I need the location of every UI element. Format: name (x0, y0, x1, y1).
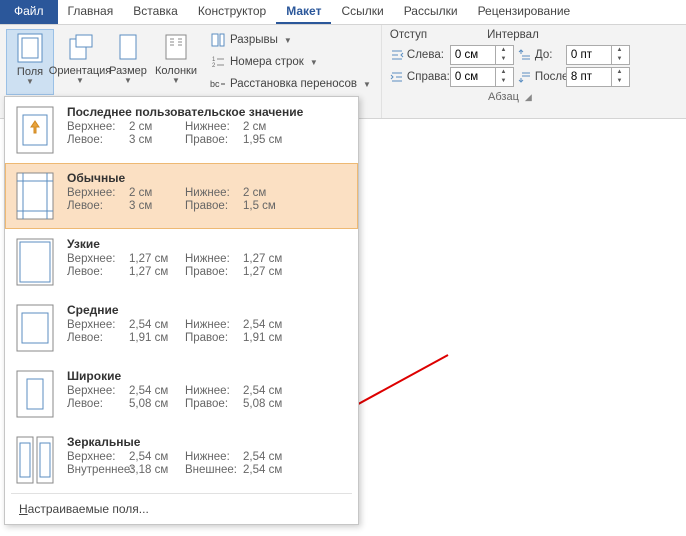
breaks-button[interactable]: Разрывы ▼ (206, 29, 375, 51)
paragraph-group: Отступ Интервал Слева: ▲▼ До: ▲▼ Справа:… (382, 25, 638, 118)
size-button[interactable]: Размер ▼ (106, 29, 150, 95)
margins-preset-icon (15, 303, 55, 353)
spacing-before-label: До: (518, 48, 562, 62)
svg-text:bc: bc (210, 79, 220, 89)
margins-option[interactable]: СредниеВерхнее:2,54 смНижнее:2,54 смЛево… (5, 295, 358, 361)
orientation-button[interactable]: Ориентация ▼ (56, 29, 104, 95)
margins-option[interactable]: Последнее пользовательское значениеВерхн… (5, 97, 358, 163)
margins-preset-icon (15, 369, 55, 419)
indent-left-label: Слева: (390, 48, 446, 62)
margins-preset-icon (15, 105, 55, 155)
spin-down-icon[interactable]: ▼ (496, 55, 511, 64)
margins-preset-icon (15, 171, 55, 221)
margins-option-title: Последнее пользовательское значение (67, 105, 348, 119)
margins-preset-icon (15, 237, 55, 287)
spin-up-icon[interactable]: ▲ (612, 68, 627, 77)
margins-dropdown: Последнее пользовательское значениеВерхн… (4, 96, 359, 525)
spin-down-icon[interactable]: ▼ (612, 55, 627, 64)
tab-layout[interactable]: Макет (276, 0, 331, 24)
indent-left-icon (390, 48, 404, 62)
margins-option-title: Средние (67, 303, 348, 317)
spin-up-icon[interactable]: ▲ (612, 46, 627, 55)
spacing-label: Интервал (487, 29, 539, 41)
chevron-down-icon: ▼ (124, 76, 132, 85)
chevron-down-icon: ▼ (284, 36, 292, 45)
tab-insert[interactable]: Вставка (123, 0, 188, 24)
tab-home[interactable]: Главная (58, 0, 124, 24)
chevron-down-icon: ▼ (26, 77, 34, 86)
chevron-down-icon: ▼ (310, 58, 318, 67)
line-numbers-button[interactable]: 12 Номера строк ▼ (206, 51, 375, 73)
margins-option-title: Широкие (67, 369, 348, 383)
spacing-after-input[interactable]: ▲▼ (566, 67, 630, 87)
margins-option[interactable]: УзкиеВерхнее:1,27 смНижнее:1,27 смЛевое:… (5, 229, 358, 295)
spin-down-icon[interactable]: ▼ (496, 77, 511, 86)
spin-up-icon[interactable]: ▲ (496, 68, 511, 77)
indent-right-icon (390, 70, 404, 84)
margins-option-title: Узкие (67, 237, 348, 251)
margins-option[interactable]: ЗеркальныеВерхнее:2,54 смНижнее:2,54 смВ… (5, 427, 358, 493)
tab-file[interactable]: Файл (0, 0, 58, 24)
tab-mailings[interactable]: Рассылки (394, 0, 468, 24)
columns-button[interactable]: Колонки ▼ (152, 29, 200, 95)
ribbon-tabs: Файл Главная Вставка Конструктор Макет С… (0, 0, 686, 25)
margins-button[interactable]: Поля ▼ (6, 29, 54, 95)
breaks-icon (210, 32, 226, 48)
tab-references[interactable]: Ссылки (331, 0, 393, 24)
tab-review[interactable]: Рецензирование (468, 0, 581, 24)
orientation-icon (62, 31, 98, 63)
spin-up-icon[interactable]: ▲ (496, 46, 511, 55)
custom-margins-button[interactable]: Настраиваемые поля... (5, 494, 358, 524)
margins-option-title: Обычные (67, 171, 348, 185)
indent-left-input[interactable]: ▲▼ (450, 45, 514, 65)
spin-down-icon[interactable]: ▼ (612, 77, 627, 86)
chevron-down-icon: ▼ (363, 80, 371, 89)
margins-option[interactable]: ОбычныеВерхнее:2 смНижнее:2 смЛевое:3 см… (5, 163, 358, 229)
margins-option[interactable]: ШирокиеВерхнее:2,54 смНижнее:2,54 смЛево… (5, 361, 358, 427)
spacing-before-input[interactable]: ▲▼ (566, 45, 630, 65)
chevron-down-icon: ▼ (76, 76, 84, 85)
margins-icon (12, 32, 48, 64)
indent-right-input[interactable]: ▲▼ (450, 67, 514, 87)
indent-right-label: Справа: (390, 70, 446, 84)
paragraph-caption: Абзац◢ (390, 91, 630, 103)
tab-design[interactable]: Конструктор (188, 0, 276, 24)
chevron-down-icon: ▼ (172, 76, 180, 85)
dialog-launcher-icon[interactable]: ◢ (525, 92, 532, 102)
size-icon (110, 31, 146, 63)
spacing-before-icon (518, 48, 532, 62)
margins-preset-icon (15, 435, 55, 485)
svg-text:2: 2 (212, 63, 216, 69)
margins-option-title: Зеркальные (67, 435, 348, 449)
indent-label: Отступ (390, 29, 427, 41)
hyphenation-button[interactable]: bc Расстановка переносов ▼ (206, 73, 375, 95)
spacing-after-icon (518, 70, 532, 84)
hyphenation-icon: bc (210, 76, 226, 92)
columns-icon (158, 31, 194, 63)
spacing-after-label: После: (518, 70, 562, 84)
line-numbers-icon: 12 (210, 54, 226, 70)
